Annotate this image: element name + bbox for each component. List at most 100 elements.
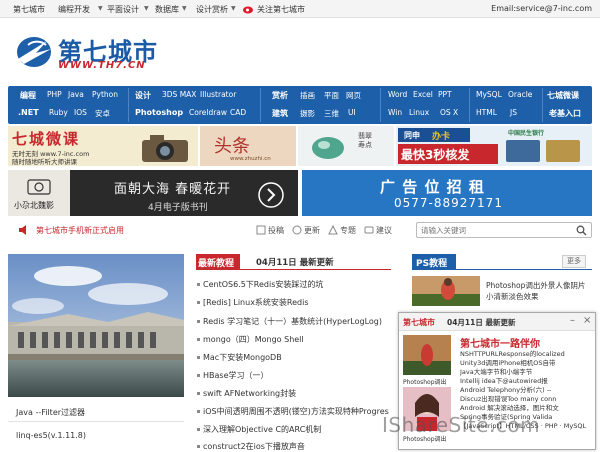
minimize-icon[interactable]: – (570, 315, 575, 326)
topbar-link-home[interactable]: 第七城市 (13, 4, 45, 15)
nav-item-illustration[interactable]: 插画 (300, 90, 315, 101)
nav-item-coreldraw[interactable]: Coreldraw (189, 108, 227, 117)
nav-item-cad[interactable]: CAD (230, 108, 246, 117)
nav-item-programming[interactable]: 编程 (20, 90, 36, 101)
nav-item-dotnet[interactable]: .NET (18, 108, 39, 117)
nav-item-java[interactable]: Java (68, 90, 84, 99)
news-bar: 第七城市手机新正式启用 投稿 更新 专题 建议 (8, 222, 592, 238)
ad-headline-url: www.zhuzhi.cn (230, 156, 271, 162)
list-item[interactable]: 深入理解Objective C的ARC机制 (196, 424, 321, 435)
topbar-link-showcase[interactable]: 设计赏析 (196, 4, 228, 15)
tool-contribute[interactable]: 投稿 (268, 225, 284, 236)
chevron-down-icon: ▼ (98, 5, 103, 12)
list-item[interactable]: [Redis] Linux系统安装Redis (197, 297, 309, 308)
popup-thumb-1[interactable] (403, 335, 451, 375)
nav-item-photography[interactable]: 摄影 (300, 108, 315, 119)
nav-item-3dsmax[interactable]: 3DS MAX (162, 90, 196, 99)
nav-item-ios[interactable]: IOS (74, 108, 87, 117)
ad-rent-phone: 0577-88927171 (394, 196, 503, 210)
topbar-link-design[interactable]: 平面设计 (107, 4, 139, 15)
search-input[interactable] (421, 224, 571, 236)
popup-line[interactable]: Discuz出现错误Too many conn (460, 395, 592, 404)
nav-item-ppt[interactable]: PPT (438, 90, 452, 99)
list-item[interactable]: mongo（四）Mongo Shell (197, 334, 304, 345)
chevron-down-icon: ▼ (144, 5, 149, 12)
nav-item-microclass[interactable]: 七城微课 (547, 90, 579, 101)
nav-item-architecture[interactable]: 建筑 (272, 108, 288, 119)
nav-item-photoshop[interactable]: Photoshop (135, 108, 183, 117)
nav-item-word[interactable]: Word (388, 90, 407, 99)
nav-item-linux[interactable]: Linux (409, 108, 429, 117)
nav-item-showcase[interactable]: 赏析 (272, 90, 288, 101)
ps-tab[interactable]: PS教程 (412, 254, 456, 269)
popup-line[interactable]: NSHTTPURLResponse的localized (460, 350, 592, 359)
left-caption-2[interactable]: linq-es5(v.1.11.8) (16, 431, 86, 440)
ps-tab-label: PS教程 (416, 259, 448, 269)
popup-title[interactable]: 第七城市一路伴你 (460, 335, 540, 350)
topbar-link-db[interactable]: 数据库 (155, 4, 179, 15)
popup-line[interactable]: Intellij idea下@autowired报 (460, 377, 592, 386)
list-item[interactable]: HBase学习（一） (197, 370, 269, 381)
popup-line[interactable]: Unity3d调用iPhone相机OS自带 (460, 359, 592, 368)
contact-email[interactable]: Email:service@7-inc.com (491, 4, 592, 13)
nav-item-oracle[interactable]: Oracle (508, 90, 532, 99)
nav-item-3d[interactable]: 三维 (324, 108, 339, 119)
topbar-link-dev[interactable]: 编程开发 (58, 4, 90, 15)
popup-line[interactable]: Android Telephony分析(六) -- (460, 386, 592, 395)
nav-item-design[interactable]: 设计 (135, 90, 151, 101)
list-item[interactable]: Redis 学习笔记（十一）基数统计(HyperLogLog) (197, 316, 382, 327)
news-headline[interactable]: 第七城市手机新正式启用 (36, 225, 124, 236)
ad-rent-banner[interactable]: 广 告 位 招 租 0577-88927171 (302, 170, 592, 216)
nav-item-old-entry[interactable]: 老基入口 (549, 108, 581, 119)
list-item[interactable]: swift AFNetworking封装 (196, 388, 296, 399)
main-nav: 编程 PHP Java Python 设计 3DS MAX Illustrato… (8, 86, 592, 124)
tool-topic[interactable]: 专题 (340, 225, 356, 236)
more-button[interactable]: 更多 (562, 255, 586, 268)
search-icon[interactable] (576, 225, 587, 236)
popup-thumb-1-caption[interactable]: Photoshop调出 (403, 377, 447, 386)
ad-microclass-banner[interactable]: 七城微课 无时无刻 www.7-inc.com 随时随地听听大师讲课 (8, 126, 198, 166)
contribute-icon (256, 225, 266, 235)
ad-headline-text: 头条 (214, 136, 250, 157)
popup-line[interactable]: Android 解决滚动选择，图片和文 (460, 404, 592, 413)
ad-bank-banner[interactable]: 同申 办卡 最快3秒核发 中国民生银行 (396, 126, 592, 166)
popup-line[interactable]: Java大端字节和小端字节 (460, 368, 592, 377)
nav-item-web[interactable]: 网页 (346, 90, 361, 101)
tool-update[interactable]: 更新 (304, 225, 320, 236)
nav-item-illustrator[interactable]: Illustrator (200, 90, 236, 99)
nav-item-graphic[interactable]: 平面 (324, 90, 339, 101)
nav-item-php[interactable]: PHP (47, 90, 62, 99)
ps-thumb[interactable] (412, 276, 480, 306)
popup-date: 04月11日 最新更新 (447, 318, 516, 327)
left-caption-1[interactable]: Java --Filter过滤器 (16, 407, 85, 418)
logo-mark-icon[interactable] (14, 33, 54, 69)
nav-item-ruby[interactable]: Ruby (49, 108, 68, 117)
nav-item-ui[interactable]: UI (348, 108, 356, 117)
speaker-icon (19, 225, 26, 235)
list-item[interactable]: iOS中间透明周围不透明(镂空)方法实现特种Progres (197, 406, 389, 417)
ad-jade-banner[interactable]: 翡翠寿点 (298, 126, 394, 166)
tool-suggest[interactable]: 建议 (376, 225, 392, 236)
arrow-right-circle-icon (258, 182, 284, 208)
ad-headline-banner[interactable]: 头条 www.zhuzhi.cn (200, 126, 296, 166)
nav-item-mysql[interactable]: MySQL (476, 90, 502, 99)
ad-magazine-banner[interactable]: 小尕北魏影 面朝大海 春暖花开 4月电子版书刊 (8, 170, 298, 216)
topbar-link-follow[interactable]: 关注第七城市 (257, 4, 305, 15)
close-icon[interactable]: × (583, 315, 591, 326)
divider (8, 421, 184, 422)
nav-item-python[interactable]: Python (92, 90, 118, 99)
nav-item-html[interactable]: HTML (476, 108, 497, 117)
ps-thumb-desc[interactable]: Photoshop调出外景人像阴片小清新淡色效果 (486, 280, 590, 302)
latest-tutorials-tab[interactable]: 最新教程 (196, 254, 240, 269)
nav-item-win[interactable]: Win (388, 108, 402, 117)
search-box (416, 222, 592, 238)
nav-item-excel[interactable]: Excel (413, 90, 433, 99)
nav-item-js[interactable]: JS (510, 108, 517, 117)
list-item[interactable]: construct2在ios下播放声音 (197, 441, 305, 452)
list-item[interactable]: CentOS6.5下Redis安装踩过的坑 (196, 279, 323, 290)
nav-item-android[interactable]: 安卓 (95, 108, 110, 119)
nav-item-osx[interactable]: OS X (440, 108, 458, 117)
featured-photo[interactable] (8, 254, 184, 397)
list-item[interactable]: Mac下安装MongoDB (197, 352, 282, 363)
chevron-down-icon: ▼ (231, 5, 236, 12)
